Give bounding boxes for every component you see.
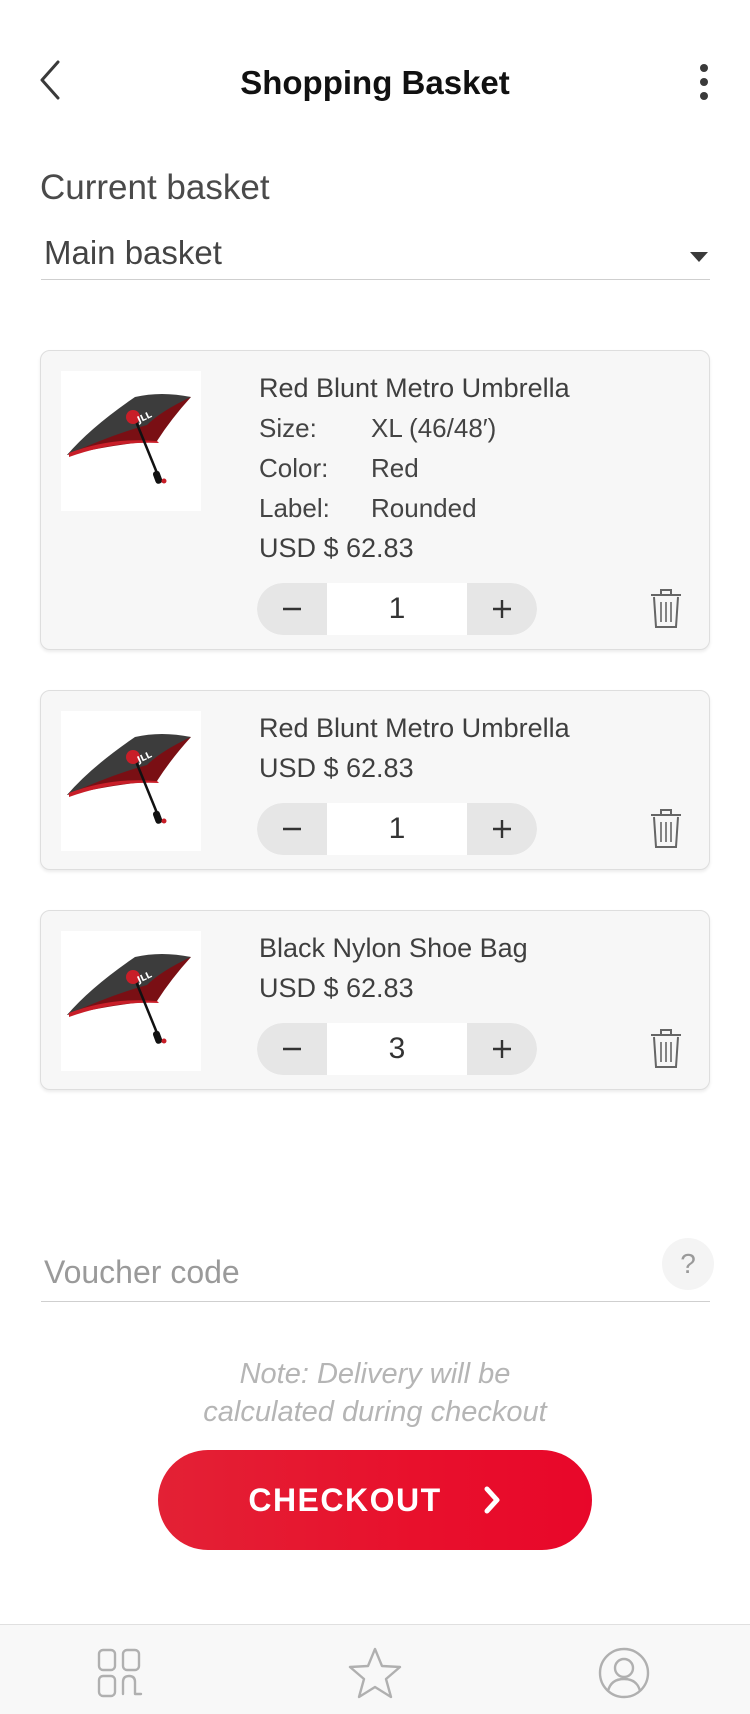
product-price: USD $ 62.83 bbox=[259, 973, 414, 1003]
plus-icon bbox=[493, 1040, 511, 1058]
decrease-quantity-button[interactable] bbox=[257, 583, 327, 635]
increase-quantity-button[interactable] bbox=[467, 583, 537, 635]
delivery-note-line: calculated during checkout bbox=[203, 1396, 547, 1428]
attribute-label: Label: bbox=[259, 493, 330, 523]
decrease-quantity-button[interactable] bbox=[257, 1023, 327, 1075]
product-title: Red Blunt Metro Umbrella bbox=[259, 713, 570, 743]
star-icon bbox=[348, 1647, 402, 1699]
page-title: Shopping Basket bbox=[240, 64, 510, 101]
quantity-value[interactable]: 1 bbox=[327, 583, 467, 635]
increase-quantity-button[interactable] bbox=[467, 803, 537, 855]
basket-dropdown-value: Main basket bbox=[44, 234, 222, 271]
plus-icon bbox=[493, 820, 511, 838]
quantity-stepper: 1 bbox=[257, 583, 537, 635]
increase-quantity-button[interactable] bbox=[467, 1023, 537, 1075]
umbrella-image: JLL bbox=[67, 954, 191, 1044]
attribute-label: Size: bbox=[259, 413, 317, 443]
product-price: USD $ 62.83 bbox=[259, 533, 414, 563]
delivery-note: Note: Delivery will be calculated during… bbox=[0, 1355, 750, 1431]
current-basket-label: Current basket bbox=[40, 168, 270, 207]
quantity-value[interactable]: 3 bbox=[327, 1023, 467, 1075]
quantity-stepper: 1 bbox=[257, 803, 537, 855]
basket-item-card: JLL Black Nylon Shoe Bag USD $ 62.83 3 bbox=[40, 910, 710, 1090]
quantity-value[interactable]: 1 bbox=[327, 803, 467, 855]
product-thumbnail[interactable]: JLL bbox=[61, 371, 201, 511]
checkout-button[interactable]: CHECKOUT bbox=[158, 1450, 592, 1550]
attribute-value: XL (46/48′) bbox=[371, 413, 497, 443]
product-title: Black Nylon Shoe Bag bbox=[259, 933, 528, 963]
basket-dropdown[interactable]: Main basket bbox=[41, 228, 710, 280]
more-options-button[interactable] bbox=[684, 60, 724, 104]
product-price: USD $ 62.83 bbox=[259, 753, 414, 783]
quantity-stepper: 3 bbox=[257, 1023, 537, 1075]
trash-icon[interactable] bbox=[649, 1029, 683, 1069]
tab-profile[interactable] bbox=[594, 1643, 654, 1703]
caret-down-icon bbox=[690, 252, 708, 262]
basket-item-card: JLL Red Blunt Metro Umbrella USD $ 62.83… bbox=[40, 690, 710, 870]
question-mark-icon: ? bbox=[680, 1248, 696, 1279]
umbrella-image: JLL bbox=[67, 734, 191, 824]
decrease-quantity-button[interactable] bbox=[257, 803, 327, 855]
plus-icon bbox=[493, 600, 511, 618]
minus-icon bbox=[283, 607, 301, 611]
basket-item-card: JLL Red Blunt Metro Umbrella Size: XL (4… bbox=[40, 350, 710, 650]
voucher-field bbox=[41, 1240, 710, 1302]
trash-icon[interactable] bbox=[649, 589, 683, 629]
product-thumbnail[interactable]: JLL bbox=[61, 931, 201, 1071]
product-thumbnail[interactable]: JLL bbox=[61, 711, 201, 851]
attribute-value: Red bbox=[371, 453, 419, 483]
tab-catalog[interactable] bbox=[90, 1643, 150, 1703]
header: Shopping Basket bbox=[0, 0, 750, 170]
more-dot bbox=[700, 64, 708, 72]
attribute-label: Color: bbox=[259, 453, 329, 483]
trash-icon[interactable] bbox=[649, 809, 683, 849]
voucher-help-button[interactable]: ? bbox=[662, 1238, 714, 1290]
product-title: Red Blunt Metro Umbrella bbox=[259, 373, 570, 403]
delivery-note-line: Note: Delivery will be bbox=[239, 1358, 511, 1390]
chevron-right-icon bbox=[484, 1486, 500, 1514]
profile-icon bbox=[598, 1647, 650, 1699]
more-dot bbox=[700, 92, 708, 100]
checkout-label: CHECKOUT bbox=[248, 1481, 442, 1518]
tab-favorites[interactable] bbox=[345, 1643, 405, 1703]
minus-icon bbox=[283, 1047, 301, 1051]
bottom-tab-bar bbox=[0, 1624, 750, 1714]
attribute-value: Rounded bbox=[371, 493, 477, 523]
minus-icon bbox=[283, 827, 301, 831]
more-dot bbox=[700, 78, 708, 86]
umbrella-image: JLL bbox=[67, 394, 191, 484]
voucher-code-input[interactable] bbox=[44, 1250, 624, 1294]
grid-icon bbox=[97, 1648, 143, 1698]
